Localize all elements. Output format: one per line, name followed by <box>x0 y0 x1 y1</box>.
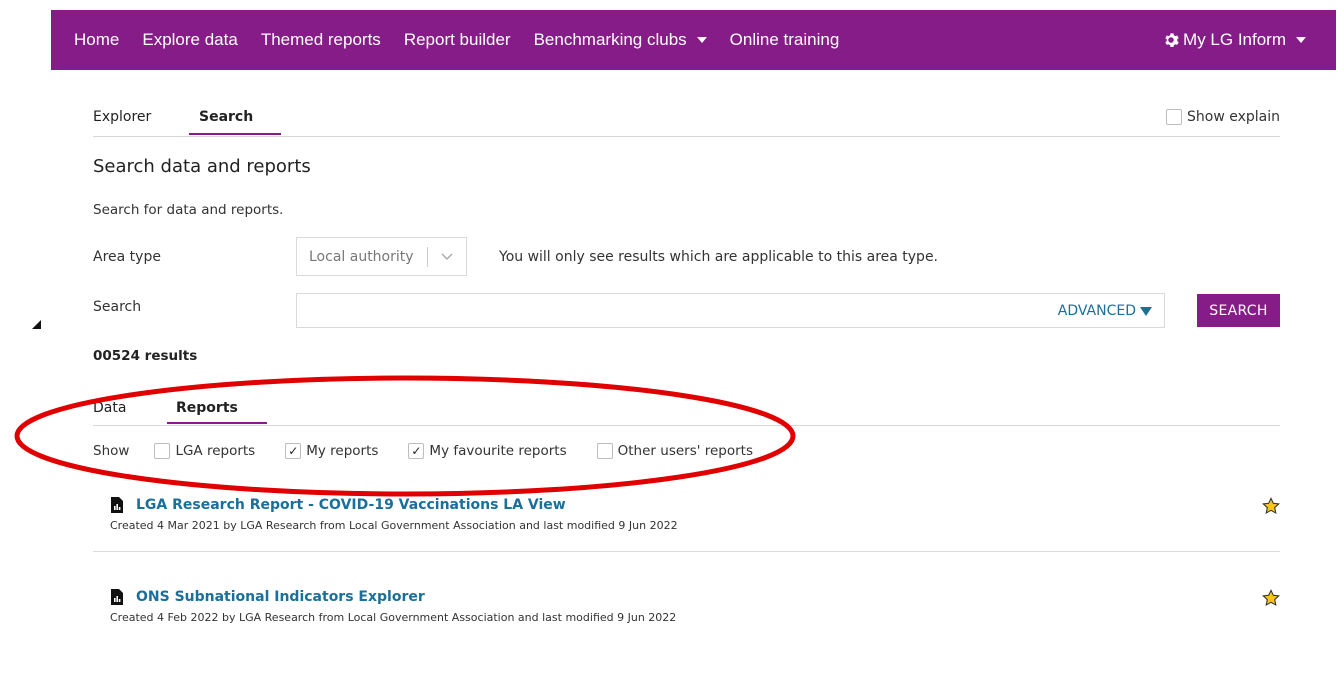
tab-data[interactable]: Data <box>93 400 126 416</box>
nav-explore-data[interactable]: Explore data <box>142 30 237 50</box>
report-title-link[interactable]: ONS Subnational Indicators Explorer <box>136 589 425 605</box>
result-divider <box>93 551 1280 552</box>
favourite-star-icon[interactable] <box>1262 589 1280 607</box>
other-users-reports-checkbox[interactable] <box>596 443 613 459</box>
favourite-star-icon[interactable] <box>1262 497 1280 515</box>
report-filters: Show LGA reports ✓ My reports ✓ My favou… <box>93 443 783 459</box>
gear-icon <box>1165 33 1179 47</box>
report-meta: Created 4 Feb 2022 by LGA Research from … <box>110 611 677 624</box>
my-favourite-reports-checkbox[interactable]: ✓ <box>408 443 425 459</box>
page-intro: Search for data and reports. <box>93 202 284 218</box>
filter-my-reports[interactable]: ✓ My reports <box>285 443 378 459</box>
lga-reports-checkbox[interactable] <box>154 443 171 459</box>
active-tab-indicator <box>189 133 281 135</box>
my-reports-checkbox[interactable]: ✓ <box>285 443 302 459</box>
tab-explorer[interactable]: Explorer <box>93 109 151 125</box>
triangle-down-icon <box>1140 306 1152 316</box>
filter-lga-reports[interactable]: LGA reports <box>154 443 255 459</box>
tab-reports[interactable]: Reports <box>176 400 238 416</box>
report-document-icon <box>111 497 123 513</box>
search-input[interactable]: ADVANCED <box>296 293 1165 328</box>
report-item: LGA Research Report - COVID-19 Vaccinati… <box>110 497 1280 532</box>
show-explain-toggle[interactable]: Show explain <box>1166 109 1280 125</box>
area-type-select[interactable]: Local authority <box>296 237 467 276</box>
show-explain-checkbox[interactable] <box>1166 109 1182 125</box>
results-tabs: Data Reports <box>93 392 1280 426</box>
nav-themed-reports[interactable]: Themed reports <box>261 30 381 50</box>
explorer-search-tabs: Explorer Search Show explain <box>93 100 1280 137</box>
search-label: Search <box>93 299 142 315</box>
report-title-link[interactable]: LGA Research Report - COVID-19 Vaccinati… <box>136 497 566 513</box>
tab-search[interactable]: Search <box>199 109 253 125</box>
chevron-down-icon <box>428 252 466 261</box>
top-navigation-bar: Home Explore data Themed reports Report … <box>51 10 1336 70</box>
area-type-hint: You will only see results which are appl… <box>499 249 939 265</box>
caret-down-icon <box>696 37 707 43</box>
nav-benchmarking-clubs[interactable]: Benchmarking clubs <box>534 30 707 50</box>
filter-other-users-reports[interactable]: Other users' reports <box>596 443 753 459</box>
account-menu[interactable]: My LG Inform <box>1163 30 1306 50</box>
advanced-search-toggle[interactable]: ADVANCED <box>1058 303 1152 319</box>
search-button[interactable]: SEARCH <box>1197 294 1280 327</box>
page-title: Search data and reports <box>93 156 311 177</box>
report-item: ONS Subnational Indicators Explorer Crea… <box>110 589 1280 624</box>
active-tab-indicator <box>167 422 267 424</box>
filters-show-label: Show <box>93 443 130 459</box>
nav-online-training[interactable]: Online training <box>730 30 840 50</box>
annotation-ellipse <box>14 375 796 497</box>
report-meta: Created 4 Mar 2021 by LGA Research from … <box>110 519 678 532</box>
filter-my-favourite-reports[interactable]: ✓ My favourite reports <box>408 443 567 459</box>
caret-down-icon <box>1296 37 1306 43</box>
nav-report-builder[interactable]: Report builder <box>404 30 511 50</box>
nav-home[interactable]: Home <box>74 30 119 50</box>
report-document-icon <box>111 589 123 605</box>
corner-triangle-icon <box>32 320 41 329</box>
area-type-label: Area type <box>93 249 161 265</box>
results-count: 00524 results <box>93 348 198 364</box>
